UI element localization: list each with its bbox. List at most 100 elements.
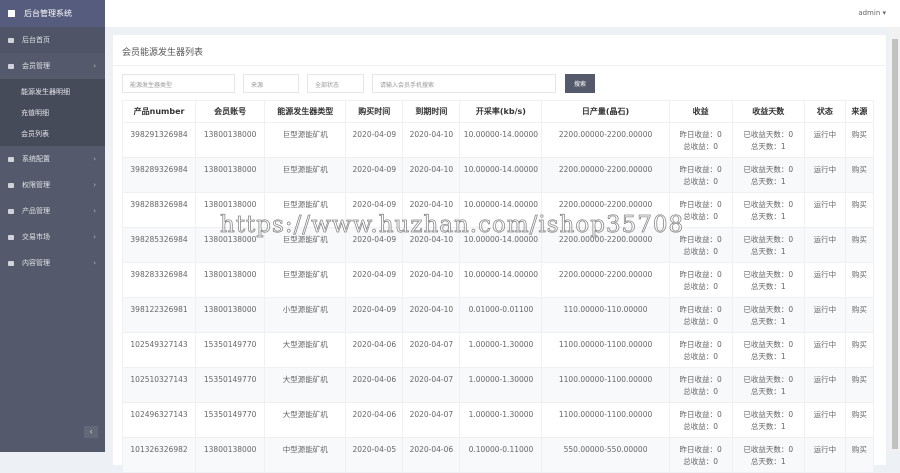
table-cell: 1100.00000-1100.00000 [541, 402, 670, 438]
filter-bar: 能源发生器类型 来源 全部状态 请输入会员手机搜索 搜索 [122, 74, 596, 93]
generator-type-select[interactable]: 能源发生器类型 [122, 74, 235, 93]
cell-text: 13800138000 [203, 270, 257, 279]
home-icon [8, 37, 14, 43]
table-cell: 0.01000-0.01100 [459, 297, 543, 333]
cell-text: 2020-04-07 [409, 375, 454, 384]
content-panel: 会员能源发生器列表 能源发生器类型 来源 全部状态 请输入会员手机搜索 搜索 产… [113, 35, 886, 473]
cell-text: 13800138000 [203, 165, 257, 174]
cell-text: 2020-04-10 [409, 305, 454, 314]
cell-text: 总天数：1 [750, 142, 786, 151]
cell-text: 购买 [851, 305, 867, 314]
column-header: 产品number [121, 100, 197, 123]
table-cell: 2020-04-07 [402, 332, 461, 368]
phone-search-input[interactable]: 请输入会员手机搜索 [372, 74, 556, 93]
table-cell: 13800138000 [195, 297, 266, 333]
table-cell: 小型源能矿机 [264, 297, 347, 333]
cell-text: 总收益：0 [683, 317, 719, 326]
table-cell: 已收益天数：0 总天数：1 [731, 227, 805, 263]
submenu-item-recharge[interactable]: 充值明细 [0, 102, 105, 123]
table-cell: 购买 [844, 262, 875, 298]
cell-text: 398283326984 [130, 270, 188, 279]
cell-text: 2020-04-07 [409, 410, 454, 419]
table-cell: 15350149770 [195, 367, 266, 403]
table-cell: 2020-04-06 [345, 367, 404, 403]
table-cell: 运行中 [803, 262, 846, 298]
top-header: admin ▾ [105, 0, 900, 27]
submenu-item-member-list[interactable]: 会员列表 [0, 123, 105, 144]
sidebar-item-content[interactable]: 内容管理 › [0, 250, 105, 276]
cell-text: 总收益：0 [683, 457, 719, 466]
scrollbar-thumb[interactable] [892, 39, 898, 449]
column-header: 收益 [668, 100, 733, 123]
table-cell: 2020-04-09 [345, 192, 404, 228]
page-title: 会员能源发生器列表 [113, 35, 886, 66]
table-cell: 昨日收益：0 总收益：0 [668, 227, 733, 263]
cell-text: 2020-04-09 [352, 200, 397, 209]
sidebar-item-label: 权限管理 [22, 181, 50, 189]
cell-text: 昨日收益：0 [679, 200, 722, 209]
cell-text: 2200.00000-2200.00000 [558, 235, 653, 244]
cell-text: 2020-04-05 [352, 445, 397, 454]
table-cell: 398291326984 [121, 122, 197, 158]
sidebar-item-market[interactable]: 交易市场 › [0, 224, 105, 250]
table-cell: 2200.00000-2200.00000 [541, 122, 670, 158]
column-header: 状态 [803, 100, 846, 123]
table-cell: 2020-04-10 [402, 262, 461, 298]
cell-text: 10.00000-14.00000 [463, 270, 539, 279]
submenu-item-generators[interactable]: 能源发生器明细 [0, 81, 105, 102]
cell-text: 总天数：1 [750, 212, 786, 221]
table-cell: 购买 [844, 192, 875, 228]
table-cell: 已收益天数：0 总天数：1 [731, 192, 805, 228]
table-cell: 运行中 [803, 332, 846, 368]
cell-text: 10.00000-14.00000 [463, 200, 539, 209]
sidebar-item-system-config[interactable]: 系统配置 › [0, 146, 105, 172]
user-icon [8, 63, 14, 69]
source-select[interactable]: 来源 [243, 74, 299, 93]
collapse-sidebar-button[interactable]: ‹ [84, 426, 98, 438]
sidebar: 后台管理系统 后台首页 会员管理 › 能源发生器明细 充值明细 会员列表 系统配置… [0, 0, 105, 452]
cell-text: 15350149770 [203, 410, 257, 419]
sidebar-item-members[interactable]: 会员管理 › [0, 53, 105, 79]
cell-text: 398285326984 [130, 235, 188, 244]
cell-text: 运行中 [813, 445, 837, 454]
table-cell: 购买 [844, 367, 875, 403]
table-cell: 购买 [844, 297, 875, 333]
table-cell: 10.00000-14.00000 [459, 192, 543, 228]
cell-text: 1.00000-1.30000 [468, 340, 534, 349]
cell-text: 398289326984 [130, 165, 188, 174]
table-row: 398291326984 13800138000 巨型源能矿机 2020-04-09 2… [121, 122, 875, 158]
cell-text: 已收益天数：0 [743, 305, 794, 314]
search-button[interactable]: 搜索 [565, 74, 596, 93]
table-cell: 550.00000-550.00000 [541, 437, 670, 473]
sidebar-item-permissions[interactable]: 权限管理 › [0, 172, 105, 198]
table-row: 101326326982 13800138000 中型源能矿机 2020-04-05 2… [121, 437, 875, 473]
sidebar-item-home[interactable]: 后台首页 [0, 27, 105, 53]
cell-text: 已收益天数：0 [743, 340, 794, 349]
cell-text: 102510327143 [130, 375, 188, 384]
table-cell: 398285326984 [121, 227, 197, 263]
table-cell: 运行中 [803, 227, 846, 263]
column-header: 会员账号 [195, 100, 266, 123]
table-cell: 运行中 [803, 402, 846, 438]
table-cell: 102496327143 [121, 402, 197, 438]
cell-text: 巨型源能矿机 [282, 200, 328, 209]
table-cell: 2200.00000-2200.00000 [541, 192, 670, 228]
table-cell: 购买 [844, 437, 875, 473]
table-cell: 2020-04-10 [402, 122, 461, 158]
scrollbar[interactable] [890, 27, 900, 452]
logo-icon [8, 10, 15, 17]
cell-text: 大型源能矿机 [282, 340, 328, 349]
table-cell: 13800138000 [195, 227, 266, 263]
status-select[interactable]: 全部状态 [307, 74, 364, 93]
chevron-right-icon: › [93, 259, 96, 267]
cell-text: 13800138000 [203, 445, 257, 454]
table-cell: 购买 [844, 227, 875, 263]
user-menu[interactable]: admin ▾ [858, 9, 886, 17]
table-cell: 2020-04-06 [345, 332, 404, 368]
chevron-right-icon: › [93, 207, 96, 215]
table-cell: 已收益天数：0 总天数：1 [731, 402, 805, 438]
cell-text: 已收益天数：0 [743, 410, 794, 419]
sidebar-item-products[interactable]: 产品管理 › [0, 198, 105, 224]
cell-text: 2020-04-10 [409, 270, 454, 279]
cell-text: 10.00000-14.00000 [463, 130, 539, 139]
